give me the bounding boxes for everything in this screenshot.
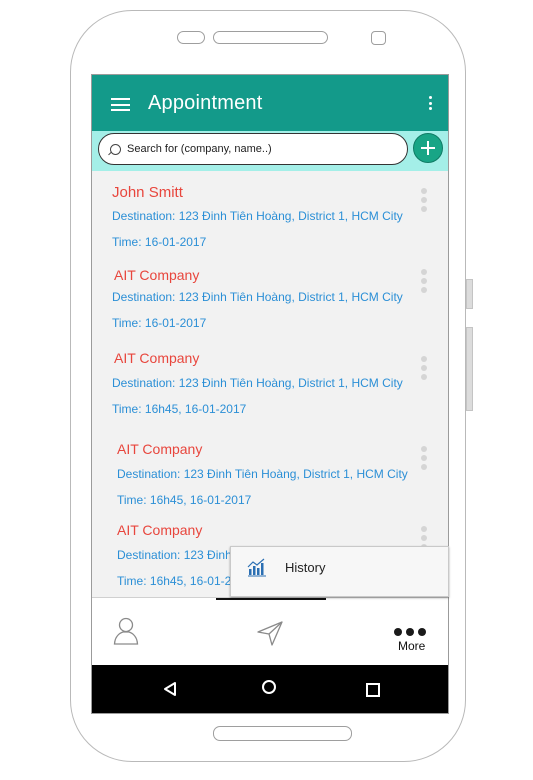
list-item[interactable]: AIT Company Destination: 123 Đinh Tiên H… — [92, 253, 448, 333]
send-icon — [257, 621, 283, 646]
add-appointment-button[interactable] — [413, 133, 443, 163]
appointment-destination: Destination: 123 Đinh Tiên Hoàng, Distri… — [112, 290, 403, 304]
appointment-time: Time: 16-01-2017 — [112, 316, 207, 330]
recent-apps-icon[interactable] — [366, 683, 380, 697]
overflow-menu-icon[interactable] — [429, 96, 433, 113]
item-more-icon[interactable] — [421, 446, 427, 473]
nav-send[interactable] — [216, 598, 326, 662]
appointment-destination: Destination: 123 Đinh Tiên Hoàng, Distri… — [112, 209, 403, 223]
appointment-time: Time: 16h45, 16-01-2017 — [117, 493, 252, 507]
history-menu-item[interactable]: History — [285, 560, 325, 575]
search-bar — [92, 131, 448, 171]
appointment-name: AIT Company — [117, 522, 203, 538]
appointment-destination: Destination: 123 Đinh Tiên Hoàng, Distri… — [117, 467, 408, 481]
back-icon[interactable] — [162, 681, 178, 697]
app-bar: Appointment — [92, 75, 448, 131]
appointment-destination: Destination: 123 Đinh Tiên Hoàng, Distri… — [112, 376, 403, 390]
home-button-pill[interactable] — [213, 726, 352, 741]
nav-more[interactable]: More — [342, 598, 448, 662]
appointment-name: AIT Company — [114, 267, 200, 283]
page-title: Appointment — [148, 92, 263, 114]
chart-icon — [247, 558, 266, 577]
appointment-name: John Smitt — [112, 184, 183, 201]
nav-contacts[interactable] — [92, 598, 202, 662]
history-popup-menu: History — [230, 546, 449, 597]
system-navigation-bar — [92, 665, 448, 713]
appointment-name: AIT Company — [117, 441, 203, 457]
item-more-icon[interactable] — [421, 269, 427, 296]
home-icon[interactable] — [262, 680, 276, 694]
search-input[interactable] — [127, 140, 397, 158]
bottom-navigation: More — [92, 597, 448, 663]
earpiece-left — [177, 31, 205, 44]
appointment-name: AIT Company — [114, 350, 200, 366]
side-button-bottom[interactable] — [466, 327, 473, 411]
search-box[interactable] — [98, 133, 408, 165]
speaker-grille — [213, 31, 328, 44]
list-item[interactable]: John Smitt Destination: 123 Đinh Tiên Ho… — [92, 171, 448, 251]
appointment-time: Time: 16-01-2017 — [112, 235, 207, 249]
appointment-time: Time: 16h45, 16-01-2017 — [112, 402, 247, 416]
search-icon — [110, 144, 121, 155]
menu-icon[interactable] — [111, 98, 130, 111]
item-more-icon[interactable] — [421, 356, 427, 383]
app-screen: Appointment John Smitt Destination: 123 … — [91, 74, 449, 714]
appointment-list: John Smitt Destination: 123 Đinh Tiên Ho… — [92, 171, 448, 597]
list-item[interactable]: AIT Company Destination: 123 Đinh Tiên H… — [92, 428, 448, 508]
person-icon — [113, 617, 139, 645]
list-item[interactable]: AIT Company Destination: 123 Đinh Tiên H… — [92, 336, 448, 421]
item-more-icon[interactable] — [421, 188, 427, 215]
front-camera — [371, 31, 386, 45]
side-button-top[interactable] — [466, 279, 473, 309]
nav-more-label: More — [398, 639, 426, 653]
